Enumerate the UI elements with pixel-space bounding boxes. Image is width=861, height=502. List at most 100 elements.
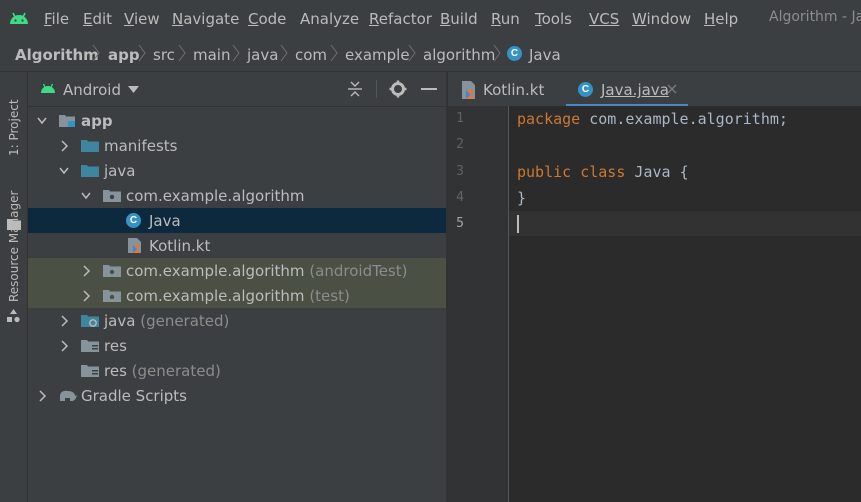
code-line-3: public class Java { xyxy=(517,163,689,181)
tab-label: Java.java xyxy=(601,81,669,99)
chevron-right-icon[interactable] xyxy=(59,315,69,327)
breadcrumb-item-java[interactable]: java xyxy=(247,46,278,64)
breadcrumb-item-java-class[interactable]: Java xyxy=(529,46,561,64)
tab-java-java[interactable]: C Java.java xyxy=(566,72,688,107)
menu-view[interactable]: View xyxy=(124,10,160,28)
tree-item-app[interactable]: app xyxy=(28,108,446,133)
chevron-down-icon[interactable] xyxy=(37,115,47,127)
menu-bar: File Edit View Navigate Code Analyze Ref… xyxy=(0,0,861,38)
tree-item-label: manifests xyxy=(104,137,178,155)
chevron-right-icon xyxy=(178,44,186,62)
tree-item-label: app xyxy=(81,112,113,130)
resource-folder-icon xyxy=(81,365,99,377)
project-panel-header: Android xyxy=(28,72,446,107)
chevron-right-icon xyxy=(92,44,100,62)
chevron-down-icon[interactable] xyxy=(128,86,139,93)
line-number: 4 xyxy=(456,190,464,205)
menu-tools[interactable]: Tools xyxy=(535,10,572,28)
java-class-icon: C xyxy=(507,46,522,61)
gradle-elephant-icon xyxy=(60,390,77,401)
folder-icon xyxy=(81,140,99,152)
code-line-1: package com.example.algorithm; xyxy=(517,110,788,128)
breadcrumb-item-main[interactable]: main xyxy=(193,46,230,64)
chevron-right-icon xyxy=(493,44,501,62)
menu-run[interactable]: Run xyxy=(491,10,520,28)
tree-item-res[interactable]: res xyxy=(28,333,446,358)
code-editor[interactable]: package com.example.algorithm; public cl… xyxy=(509,106,861,502)
menu-navigate[interactable]: Navigate xyxy=(172,10,239,28)
chevron-down-icon[interactable] xyxy=(59,165,69,177)
current-line-highlight xyxy=(509,211,861,236)
header-divider xyxy=(376,80,377,98)
menu-code[interactable]: Code xyxy=(248,10,286,28)
menu-edit[interactable]: Edit xyxy=(83,10,112,28)
tree-item-java[interactable]: java xyxy=(28,158,446,183)
chevron-right-icon[interactable] xyxy=(59,140,69,152)
breadcrumb-item-app[interactable]: app xyxy=(108,46,140,64)
chevron-down-icon[interactable] xyxy=(81,190,91,202)
code-line-4: } xyxy=(517,189,527,207)
breadcrumb: Algorithm app src main java com example … xyxy=(0,38,861,72)
tree-item-package[interactable]: com.example.algorithm xyxy=(28,183,446,208)
chevron-right-icon[interactable] xyxy=(59,340,69,352)
menu-help[interactable]: Help xyxy=(704,10,738,28)
tree-item-label: com.example.algorithm (androidTest) xyxy=(126,262,408,280)
chevron-right-icon[interactable] xyxy=(81,290,91,302)
breadcrumb-item-algorithm[interactable]: Algorithm xyxy=(15,46,99,64)
menu-refactor[interactable]: Refactor xyxy=(369,10,432,28)
tree-item-res-generated[interactable]: res (generated) xyxy=(28,358,446,383)
tree-item-gradle-scripts[interactable]: Gradle Scripts xyxy=(28,383,446,408)
tab-kotlin-kt[interactable]: Kotlin.kt xyxy=(448,72,565,106)
chevron-right-icon xyxy=(232,44,240,62)
menu-analyze[interactable]: Analyze xyxy=(300,10,359,28)
chevron-right-icon xyxy=(408,44,416,62)
line-number: 1 xyxy=(456,111,464,126)
java-class-icon: C xyxy=(578,82,593,97)
menu-vcs[interactable]: VCS xyxy=(589,10,619,28)
breadcrumb-item-com[interactable]: com xyxy=(295,46,327,64)
chevron-right-icon xyxy=(138,44,146,62)
menu-window[interactable]: Window xyxy=(632,10,691,28)
tree-item-label: com.example.algorithm xyxy=(126,187,305,205)
tool-window-strip: 1: Project Resource Manager xyxy=(0,72,28,502)
tree-item-label: Gradle Scripts xyxy=(81,387,187,405)
kotlin-file-icon xyxy=(128,238,141,253)
breadcrumb-item-src[interactable]: src xyxy=(153,46,175,64)
tree-item-manifests[interactable]: manifests xyxy=(28,133,446,158)
close-icon[interactable] xyxy=(667,84,677,94)
resource-manager-tool-tab[interactable]: Resource Manager xyxy=(7,190,21,302)
tree-item-label: java xyxy=(104,162,136,180)
menu-build[interactable]: Build xyxy=(440,10,478,28)
project-panel: Android app manifests java com.example.a… xyxy=(28,72,446,502)
source-folder-icon xyxy=(81,165,99,177)
module-folder-icon xyxy=(59,115,75,127)
chevron-right-icon xyxy=(330,44,338,62)
menu-file[interactable]: File xyxy=(44,10,69,28)
line-number: 3 xyxy=(456,164,464,179)
package-icon xyxy=(103,190,121,202)
tree-item-label: res (generated) xyxy=(104,362,221,380)
tree-item-java-generated[interactable]: java (generated) xyxy=(28,308,446,333)
chevron-right-icon[interactable] xyxy=(81,265,91,277)
editor-tab-bar: Kotlin.kt C Java.java xyxy=(448,72,861,107)
tree-item-kotlin-file[interactable]: Kotlin.kt xyxy=(28,233,446,258)
package-icon xyxy=(103,265,121,277)
java-class-icon: C xyxy=(126,213,141,228)
line-number-current: 5 xyxy=(456,216,464,231)
hide-panel-icon[interactable] xyxy=(421,88,437,90)
collapse-all-icon[interactable] xyxy=(347,81,363,97)
package-icon xyxy=(103,290,121,302)
kotlin-file-icon xyxy=(462,81,475,99)
resource-folder-icon xyxy=(81,340,99,352)
chevron-right-icon[interactable] xyxy=(37,390,47,402)
tree-item-package-test[interactable]: com.example.algorithm (test) xyxy=(28,283,446,308)
breadcrumb-item-algorithm-pkg[interactable]: algorithm xyxy=(423,46,495,64)
tree-item-package-androidtest[interactable]: com.example.algorithm (androidTest) xyxy=(28,258,446,283)
tree-item-label: java (generated) xyxy=(104,312,230,330)
tree-item-java-class[interactable]: C Java xyxy=(28,208,446,233)
project-view-selector[interactable]: Android xyxy=(63,81,121,99)
gear-icon[interactable] xyxy=(389,80,407,98)
breadcrumb-item-example[interactable]: example xyxy=(345,46,410,64)
project-tool-tab[interactable]: 1: Project xyxy=(7,84,21,156)
tree-item-label: com.example.algorithm (test) xyxy=(126,287,350,305)
